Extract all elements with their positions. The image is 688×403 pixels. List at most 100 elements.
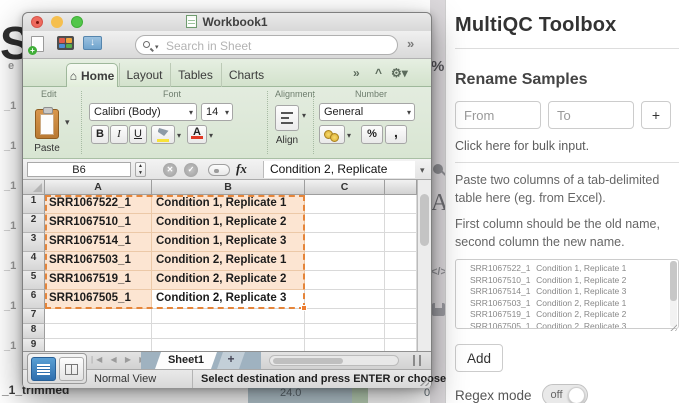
column-header-c[interactable]: C — [305, 180, 385, 195]
rename-from-input[interactable] — [455, 101, 541, 129]
row-header[interactable]: 9 — [23, 339, 45, 351]
cancel-entry-icon[interactable]: ✕ — [163, 163, 177, 177]
cell-c2[interactable] — [305, 214, 385, 233]
cell-d3[interactable] — [385, 233, 417, 252]
tab-tables[interactable]: Tables — [170, 63, 220, 87]
window-titlebar[interactable]: Workbook1 — [23, 13, 431, 31]
horizontal-scrollbar-thumb[interactable] — [273, 358, 343, 364]
search-options-caret-icon[interactable]: ▾ — [155, 43, 159, 51]
search-field[interactable]: ▾ Search in Sheet — [135, 35, 398, 55]
add-rename-pair-button[interactable]: + — [641, 101, 671, 129]
cell-a7[interactable] — [45, 309, 152, 324]
bulk-input-link[interactable]: Click here for bulk input. — [455, 139, 679, 153]
grid-row-5[interactable]: 5 SRR1067519_1 Condition 2, Replicate 2 — [23, 271, 431, 290]
rename-to-input[interactable] — [548, 101, 634, 129]
cell-c3[interactable] — [305, 233, 385, 252]
cell-c5[interactable] — [305, 271, 385, 290]
cell-c7[interactable] — [305, 309, 385, 324]
currency-button[interactable] — [319, 125, 345, 144]
open-file-icon[interactable]: ↓ — [83, 36, 102, 50]
formula-value[interactable]: Condition 2, Replicate — [263, 161, 415, 178]
cell-a8[interactable] — [45, 324, 152, 339]
row-header[interactable]: 8 — [23, 324, 45, 339]
font-color-caret-icon[interactable]: ▾ — [209, 131, 213, 140]
cell-d6[interactable] — [385, 290, 417, 309]
sheet-tab-sheet1[interactable]: Sheet1 — [155, 352, 217, 369]
regex-toggle-knob[interactable] — [568, 387, 585, 403]
cell-c8[interactable] — [305, 324, 385, 339]
cell-c4[interactable] — [305, 252, 385, 271]
normal-view-button[interactable] — [31, 357, 56, 381]
toolbar-overflow-chevron[interactable]: » — [407, 36, 414, 51]
cell-b7[interactable] — [152, 309, 305, 324]
currency-caret-icon[interactable]: ▾ — [347, 131, 351, 140]
cell-d4[interactable] — [385, 252, 417, 271]
underline-button[interactable]: U — [129, 125, 147, 144]
vertical-scrollbar[interactable] — [417, 180, 431, 351]
cell-a4[interactable]: SRR1067503_1 — [45, 252, 152, 271]
row-header[interactable]: 4 — [23, 252, 45, 271]
media-gallery-icon[interactable] — [57, 36, 74, 50]
cell-a6[interactable]: SRR1067505_1 — [45, 290, 152, 309]
cell-a5[interactable]: SRR1067519_1 — [45, 271, 152, 290]
tab-charts[interactable]: Charts — [221, 63, 271, 87]
collapse-ribbon-icon[interactable]: ^ — [375, 66, 382, 80]
row-header[interactable]: 2 — [23, 214, 45, 233]
column-header-a[interactable]: A — [45, 180, 152, 195]
fx-icon[interactable]: fx — [236, 161, 247, 177]
cell-a9[interactable] — [45, 339, 152, 351]
gear-icon[interactable]: ⚙▾ — [391, 66, 408, 80]
paste-caret-icon[interactable]: ▾ — [65, 117, 70, 128]
cell-d2[interactable] — [385, 214, 417, 233]
align-caret-icon[interactable]: ▾ — [302, 111, 306, 120]
number-format-select[interactable]: General▾ — [319, 103, 415, 121]
row-header[interactable]: 3 — [23, 233, 45, 252]
cell-b4[interactable]: Condition 2, Replicate 1 — [152, 252, 305, 271]
spreadsheet-grid[interactable]: A B C 1 SRR1067522_1 Condition 1, Replic… — [23, 180, 431, 351]
grid-row-3[interactable]: 3 SRR1067514_1 Condition 1, Replicate 3 — [23, 233, 431, 252]
column-header-partial[interactable] — [385, 180, 417, 195]
font-name-select[interactable]: Calibri (Body)▾ — [89, 103, 197, 121]
cell-c1[interactable] — [305, 195, 385, 214]
tab-layout[interactable]: Layout — [119, 63, 169, 87]
fill-color-caret-icon[interactable]: ▾ — [177, 131, 181, 140]
grid-row-4[interactable]: 4 SRR1067503_1 Condition 2, Replicate 1 — [23, 252, 431, 271]
horizontal-scrollbar[interactable] — [269, 355, 399, 366]
row-header[interactable]: 1 — [23, 195, 45, 214]
grid-row-8[interactable]: 8 — [23, 324, 431, 339]
cell-d9[interactable] — [385, 339, 417, 351]
cell-b3[interactable]: Condition 1, Replicate 3 — [152, 233, 305, 252]
new-document-icon[interactable] — [31, 36, 44, 52]
cell-c9[interactable] — [305, 339, 385, 351]
page-layout-view-button[interactable] — [59, 357, 84, 381]
add-sheet-tab[interactable]: + — [217, 352, 245, 369]
grid-row-6[interactable]: 6 SRR1067505_1 Condition 2, Replicate 3 — [23, 290, 431, 309]
cell-a3[interactable]: SRR1067514_1 — [45, 233, 152, 252]
add-button[interactable]: Add — [455, 344, 503, 372]
tabs-overflow-chevron[interactable]: » — [353, 66, 360, 80]
vertical-scrollbar-thumb[interactable] — [420, 194, 429, 246]
grid-row-7[interactable]: 7 — [23, 309, 431, 324]
fill-color-button[interactable] — [151, 125, 175, 144]
cell-b1[interactable]: Condition 1, Replicate 1 — [152, 195, 305, 214]
row-header[interactable]: 7 — [23, 309, 45, 324]
formula-bar-caret-icon[interactable]: ▾ — [420, 165, 425, 176]
cell-d5[interactable] — [385, 271, 417, 290]
cell-a2[interactable]: SRR1067510_1 — [45, 214, 152, 233]
cell-b9[interactable] — [152, 339, 305, 351]
select-all-corner[interactable] — [23, 180, 45, 195]
insert-function-icon[interactable] — [208, 164, 230, 176]
paste-icon[interactable] — [35, 109, 59, 139]
grid-row-9[interactable]: 9 — [23, 339, 431, 351]
align-icon[interactable] — [275, 105, 299, 131]
column-header-b[interactable]: B — [152, 180, 305, 195]
cell-d8[interactable] — [385, 324, 417, 339]
font-size-select[interactable]: 14▾ — [201, 103, 233, 121]
bold-button[interactable]: B — [91, 125, 109, 144]
cell-a1[interactable]: SRR1067522_1 — [45, 195, 152, 214]
tab-split-grip[interactable] — [413, 355, 421, 366]
bulk-rename-textarea[interactable]: SRR1067522_1 Condition 1, Replicate 1 SR… — [455, 259, 679, 329]
regex-mode-toggle[interactable]: off — [542, 384, 588, 403]
cell-name-box[interactable]: B6 — [27, 162, 131, 177]
cell-b5[interactable]: Condition 2, Replicate 2 — [152, 271, 305, 290]
